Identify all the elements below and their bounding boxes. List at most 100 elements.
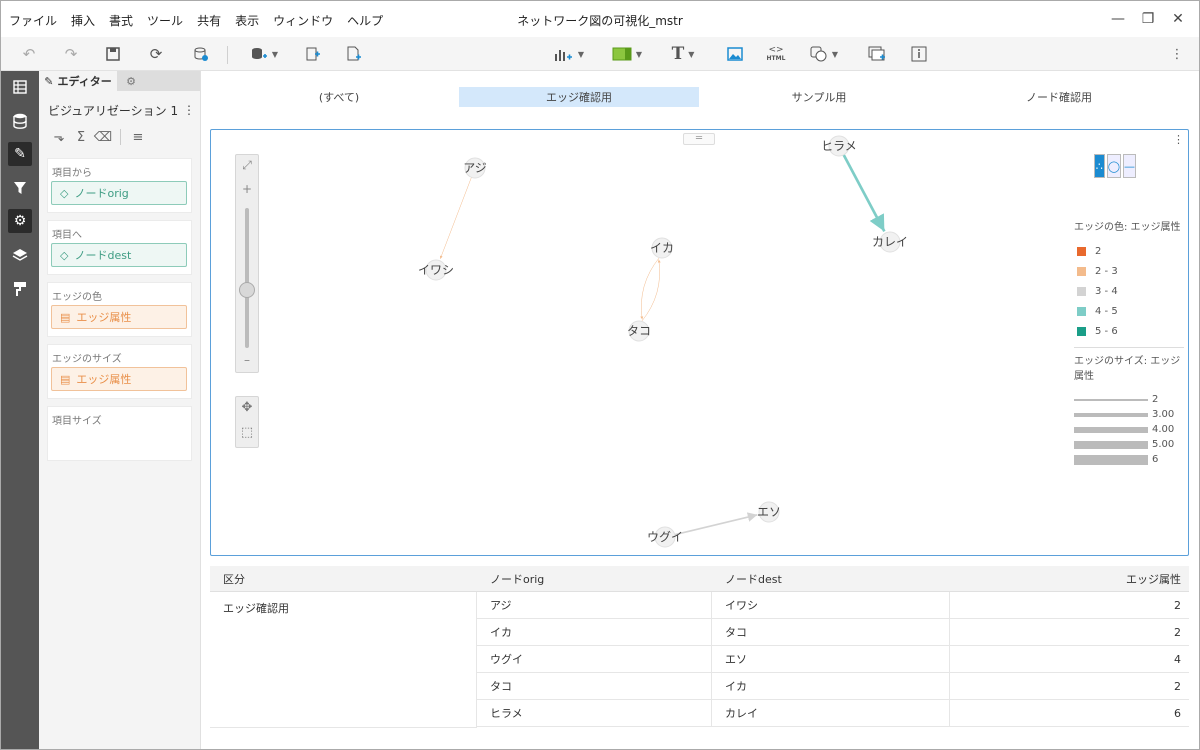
table-row[interactable]: ヒラメ カレイ 6 <box>477 700 1189 727</box>
node-label: タコ <box>627 324 651 338</box>
close-icon[interactable]: ✕ <box>1163 7 1193 31</box>
dropzone-item-size[interactable]: 項目サイズ <box>47 406 192 461</box>
shape-icon[interactable]: ▼ <box>806 42 842 66</box>
menu-file[interactable]: ファイル <box>9 12 57 29</box>
text-icon[interactable]: T ▼ <box>667 42 699 66</box>
drag-handle-icon[interactable]: ═ <box>683 133 715 145</box>
new-page-icon[interactable] <box>342 42 366 66</box>
editor-icon[interactable]: ✎ <box>8 142 32 166</box>
menu-window[interactable]: ウィンドウ <box>273 12 333 29</box>
legend-size-item: 2 <box>1074 392 1184 407</box>
table-row[interactable]: ウグイ エソ 4 <box>477 646 1189 673</box>
selector-item-edge-check[interactable]: エッジ確認用 <box>459 87 699 107</box>
grid-header: 区分 ノードorig ノードdest エッジ属性 <box>210 566 1189 592</box>
menu-view[interactable]: 表示 <box>235 12 259 29</box>
duplicate-page-icon[interactable] <box>301 42 325 66</box>
filter-icon[interactable] <box>8 176 32 200</box>
layout-buttons: ∴ ◯ — <box>1094 154 1136 180</box>
grid-header-node-dest[interactable]: ノードdest <box>712 566 950 591</box>
legend-size-label: 3.00 <box>1152 409 1175 420</box>
legend-size-bar <box>1074 398 1148 401</box>
dropzone-edge-size-title: エッジのサイズ <box>52 354 122 365</box>
image-icon[interactable] <box>723 42 747 66</box>
menu-insert[interactable]: 挿入 <box>71 12 95 29</box>
sigma-icon[interactable]: Σ <box>70 130 92 145</box>
dataset-icon[interactable] <box>8 75 32 99</box>
chip-node-orig[interactable]: ◇ ノードorig <box>51 181 187 205</box>
pan-icon[interactable]: ✥ <box>236 400 258 415</box>
menu-help[interactable]: ヘルプ <box>347 12 383 29</box>
visualization-menu-icon[interactable]: ⋮ <box>183 103 195 117</box>
table-row[interactable]: タコ イカ 2 <box>477 673 1189 700</box>
table-row[interactable]: アジ イワシ 2 <box>477 592 1189 619</box>
edge[interactable] <box>439 177 472 259</box>
refresh-icon[interactable]: ⟳ <box>144 42 168 66</box>
menu-tools[interactable]: ツール <box>147 12 183 29</box>
nodes-layer: アジイワシ イカタコ ヒラメカレイウグイ エソ <box>418 135 908 548</box>
network-visualization[interactable]: アジ イワシ イカ タコ ヒラメ カレイ ウグイ エソ ═ ⋮ ⤢ + – ✥ ⬚ ∴ ◯ —… <box>210 129 1189 556</box>
selector-item-sample[interactable]: サンプル用 <box>699 87 939 107</box>
edge[interactable] <box>842 154 886 233</box>
restore-icon[interactable]: ❐ <box>1133 7 1163 31</box>
viz-more-icon[interactable]: ⋮ <box>1173 133 1184 146</box>
linear-layout-icon[interactable]: — <box>1123 154 1136 178</box>
more-icon[interactable]: ⋮ <box>1167 42 1187 66</box>
circular-layout-icon[interactable]: ◯ <box>1106 154 1121 178</box>
legend-swatch <box>1077 326 1086 336</box>
force-layout-icon[interactable]: ∴ <box>1094 154 1105 178</box>
zoom-in-icon[interactable]: + <box>236 182 258 196</box>
undo-icon[interactable]: ↶ <box>17 42 41 66</box>
node-label: アジ <box>463 161 487 175</box>
html-icon[interactable]: <> HTML <box>764 42 788 66</box>
tab-format[interactable]: ⚙ <box>117 71 145 91</box>
grid-header-edge-attr[interactable]: エッジ属性 <box>950 566 1189 591</box>
tab-editor[interactable]: ✎ エディター <box>39 71 117 91</box>
dropzone-to[interactable]: 項目へ ◇ ノードdest <box>47 220 192 275</box>
settings-sliders-icon[interactable]: ≡ <box>127 130 149 145</box>
legend-color-item: 3 - 4 <box>1074 281 1184 301</box>
redo-icon[interactable]: ↷ <box>59 42 83 66</box>
chip-node-dest[interactable]: ◇ ノードdest <box>51 243 187 267</box>
chip-node-orig-label: ノードorig <box>74 187 129 200</box>
info-window-icon[interactable] <box>907 42 931 66</box>
add-dataset-icon[interactable]: ▼ <box>245 42 283 66</box>
data-source-icon[interactable] <box>189 42 213 66</box>
selector-item-node-check[interactable]: ノード確認用 <box>939 87 1179 107</box>
selector-item-all[interactable]: (すべて) <box>219 87 459 107</box>
marquee-select-icon[interactable]: ⬚ <box>236 425 258 440</box>
fit-icon[interactable]: ⤢ <box>236 158 258 173</box>
grid-group-cell: エッジ確認用 <box>210 592 477 728</box>
swap-icon[interactable]: ⬎ <box>48 130 70 145</box>
minimize-icon[interactable]: — <box>1103 7 1133 31</box>
dropzone-edge-color[interactable]: エッジの色 ▤ エッジ属性 <box>47 282 192 337</box>
zoom-slider-thumb[interactable] <box>239 282 255 299</box>
grid-header-node-orig[interactable]: ノードorig <box>477 566 712 591</box>
eraser-icon[interactable]: ⌫ <box>92 130 114 145</box>
edge[interactable] <box>674 512 758 536</box>
insert-filter-icon[interactable]: ▼ <box>609 42 645 66</box>
zoom-slider-track[interactable] <box>239 208 255 348</box>
database-icon[interactable] <box>8 109 32 133</box>
zoom-out-icon[interactable]: – <box>236 353 258 367</box>
network-graph[interactable]: アジイワシ イカタコ ヒラメカレイウグイ エソ <box>211 130 1190 557</box>
layers-icon[interactable] <box>8 243 32 267</box>
edge[interactable] <box>640 257 660 320</box>
chip-edge-color-metric[interactable]: ▤ エッジ属性 <box>51 305 187 329</box>
dropzone-from[interactable]: 項目から ◇ ノードorig <box>47 158 192 213</box>
edge[interactable] <box>641 259 661 322</box>
tab-editor-label: エディター <box>57 75 112 88</box>
insert-visualization-icon[interactable]: ▼ <box>551 42 587 66</box>
chip-edge-size-metric[interactable]: ▤ エッジ属性 <box>51 367 187 391</box>
format-icon[interactable] <box>8 277 32 301</box>
table-row[interactable]: イカ タコ 2 <box>477 619 1189 646</box>
menu-format[interactable]: 書式 <box>109 12 133 29</box>
save-icon[interactable] <box>101 42 125 66</box>
legend-size-item: 5.00 <box>1074 437 1184 452</box>
grid-header-category[interactable]: 区分 <box>210 566 477 591</box>
dropzone-edge-size[interactable]: エッジのサイズ ▤ エッジ属性 <box>47 344 192 399</box>
menu-share[interactable]: 共有 <box>197 12 221 29</box>
properties-icon[interactable]: ⚙ <box>8 209 32 233</box>
panel-stack-icon[interactable] <box>865 42 889 66</box>
cell-node-orig: ヒラメ <box>477 700 712 726</box>
gear-icon: ⚙ <box>126 74 136 88</box>
